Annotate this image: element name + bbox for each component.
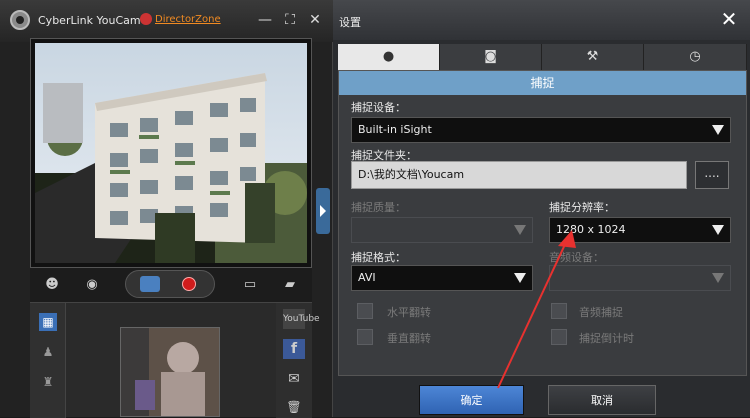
- capture-format-label: 捕捉格式：: [351, 251, 406, 264]
- capture-quality-label: 捕捉质量：: [351, 201, 406, 214]
- minimize-button[interactable]: —: [255, 10, 275, 30]
- youcam-window: CyberLink YouCam 4 DirectorZone — ⛶ ✕ ☻ …: [0, 0, 333, 418]
- browse-folder-button[interactable]: ....: [695, 161, 729, 189]
- flip-horizontal-label: 水平翻转: [387, 306, 431, 319]
- effects-icon[interactable]: ♟: [39, 343, 57, 361]
- settings-dialog: 设置 ✕ ● ◙ ⚒ ◷ 捕捉 捕捉设备： Built-in iSight 捕捉…: [333, 0, 750, 417]
- youcam-logo-icon: [10, 10, 30, 30]
- capture-format-select[interactable]: AVI: [351, 265, 533, 291]
- tab-tools[interactable]: ⚒: [542, 44, 644, 70]
- tab-timer[interactable]: ◷: [644, 44, 747, 70]
- capture-device-label: 捕捉设备：: [351, 101, 406, 114]
- facebook-share-icon[interactable]: f: [283, 339, 305, 359]
- audio-capture-label: 音频捕捉: [579, 306, 623, 319]
- email-share-icon[interactable]: ✉: [283, 369, 305, 389]
- capture-timer-checkbox[interactable]: [551, 329, 567, 345]
- tab-capture[interactable]: ●: [338, 44, 440, 70]
- audio-device-select[interactable]: [549, 265, 731, 291]
- flip-vertical-checkbox[interactable]: [357, 329, 373, 345]
- capture-device-select[interactable]: Built-in iSight: [351, 117, 731, 143]
- section-title: 捕捉: [339, 71, 746, 95]
- library-sidebar: ▦ ♟ ♜: [30, 303, 66, 418]
- capture-resolution-select[interactable]: 1280 x 1024: [549, 217, 731, 243]
- chevron-down-icon: [712, 273, 724, 283]
- capture-mode-switch: [125, 270, 215, 298]
- youtube-share-icon[interactable]: YouTube: [283, 309, 320, 329]
- youcam-titlebar: CyberLink YouCam 4 DirectorZone — ⛶ ✕: [0, 0, 333, 42]
- eye-icon[interactable]: ◉: [80, 274, 104, 296]
- settings-close-button[interactable]: ✕: [718, 8, 740, 30]
- chevron-down-icon: [514, 225, 526, 235]
- record-button[interactable]: [182, 277, 196, 291]
- audio-device-label: 音频设备：: [549, 251, 604, 264]
- capture-quality-select[interactable]: [351, 217, 533, 243]
- audio-capture-checkbox[interactable]: [551, 303, 567, 319]
- capture-timer-label: 捕捉倒计时: [579, 332, 634, 345]
- capture-format-value: AVI: [358, 271, 376, 284]
- ok-button[interactable]: 确定: [419, 385, 524, 415]
- settings-titlebar: 设置 ✕: [333, 0, 750, 40]
- capture-resolution-value: 1280 x 1024: [556, 223, 626, 236]
- panel-expand-handle[interactable]: [316, 188, 330, 234]
- frame-icon[interactable]: ▭: [238, 274, 262, 296]
- face-tracking-icon[interactable]: ☻: [40, 274, 64, 296]
- eraser-icon[interactable]: ▰: [278, 274, 302, 296]
- capture-device-value: Built-in iSight: [358, 123, 432, 136]
- share-sidebar: YouTube f ✉ 🗑: [276, 303, 320, 418]
- directorzone-icon[interactable]: [140, 13, 152, 25]
- capture-resolution-label: 捕捉分辨率：: [549, 201, 615, 214]
- youcam-toolbar: ☻ ◉ ▭ ▰: [30, 268, 312, 302]
- chevron-down-icon: [514, 273, 526, 283]
- settings-title: 设置: [339, 16, 361, 29]
- live-preview-frame: [30, 38, 312, 268]
- flip-vertical-label: 垂直翻转: [387, 332, 431, 345]
- youcam-app-title: CyberLink YouCam 4: [38, 14, 152, 27]
- youcam-library-panel: ▦ ♟ ♜ YouTube f ✉ 🗑: [30, 302, 320, 418]
- trash-icon[interactable]: 🗑: [283, 397, 305, 417]
- library-view-icon[interactable]: ▦: [39, 313, 57, 331]
- avatar-icon[interactable]: ♜: [39, 373, 57, 391]
- capture-folder-field[interactable]: D:\我的文档\Youcam: [351, 161, 687, 189]
- chevron-down-icon: [712, 125, 724, 135]
- settings-tabs: ● ◙ ⚒ ◷: [338, 44, 747, 70]
- cancel-button[interactable]: 取消: [548, 385, 656, 415]
- capture-thumbnail[interactable]: [120, 327, 220, 417]
- live-video-preview: [35, 43, 307, 263]
- fullscreen-button[interactable]: ⛶: [280, 10, 300, 30]
- tab-snapshot[interactable]: ◙: [440, 44, 542, 70]
- directorzone-link[interactable]: DirectorZone: [155, 14, 221, 25]
- chevron-down-icon: [712, 225, 724, 235]
- youcam-close-button[interactable]: ✕: [305, 10, 325, 30]
- capture-settings-panel: 捕捉 捕捉设备： Built-in iSight 捕捉文件夹： D:\我的文档\…: [338, 70, 747, 376]
- snapshot-button[interactable]: [140, 276, 160, 292]
- flip-horizontal-checkbox[interactable]: [357, 303, 373, 319]
